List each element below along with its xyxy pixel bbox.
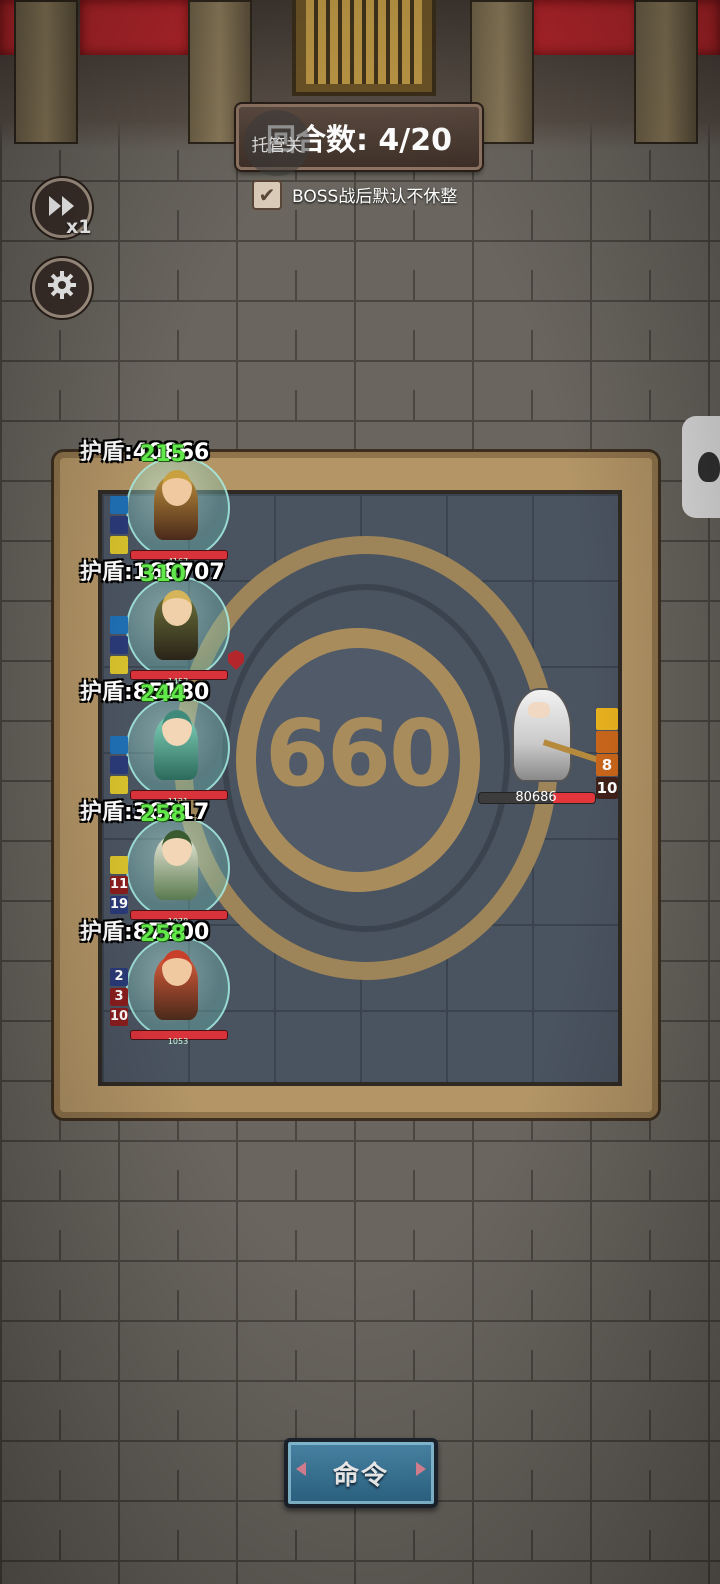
auto-battle-label: 托管关 — [251, 135, 303, 156]
buff-icon — [110, 636, 128, 654]
arena-center-number: 660 — [264, 700, 453, 807]
hero-head — [162, 710, 192, 746]
buff-column — [110, 616, 128, 676]
buff-icon — [596, 731, 618, 753]
buff-count: 2 — [110, 968, 128, 986]
buff-icon — [110, 536, 128, 554]
auto-battle-button[interactable]: 托管关 — [244, 110, 310, 176]
buff-icon — [110, 736, 128, 754]
buff-icon — [110, 616, 128, 634]
red-window — [530, 0, 640, 55]
hero-slot-5[interactable]: 护盾:87200 258 2 3 10 1053 — [80, 920, 240, 1054]
enemy-buff-column: 8 10 — [596, 708, 618, 800]
buff-icon — [110, 496, 128, 514]
gear-icon — [46, 269, 78, 308]
hero-head — [162, 470, 192, 506]
hero-head — [162, 830, 192, 866]
buff-icon — [110, 856, 128, 874]
buff-column — [110, 736, 128, 796]
buff-icon — [110, 656, 128, 674]
heal-number: 310 — [140, 562, 186, 587]
buff-column — [110, 496, 128, 556]
heal-number: 258 — [140, 922, 186, 947]
settings-button[interactable] — [32, 258, 92, 318]
buff-count: 3 — [110, 988, 128, 1006]
red-window — [80, 0, 190, 55]
castle-gate — [292, 0, 436, 96]
buff-count: 10 — [596, 777, 618, 799]
buff-count: 11 — [110, 876, 129, 894]
command-label: 命令 — [332, 1460, 389, 1491]
command-button[interactable]: 命令 — [284, 1438, 438, 1508]
buff-count: 19 — [110, 896, 129, 914]
heal-number: 258 — [140, 802, 186, 827]
checkmark-icon: ✔ — [258, 183, 276, 207]
buff-column: 2 3 10 — [110, 968, 128, 1028]
buff-column: 11 19 — [110, 856, 128, 916]
heal-number: 215 — [140, 442, 186, 467]
boss-rest-checkbox[interactable]: ✔ — [252, 180, 282, 210]
pillar — [14, 0, 78, 144]
buff-icon — [110, 776, 128, 794]
hero-head — [162, 590, 192, 626]
hp-value: 1053 — [167, 1037, 189, 1046]
boss-rest-label: BOSS战后默认不休整 — [292, 187, 458, 207]
enemy-boss[interactable]: 80686 8 10 — [478, 680, 628, 810]
side-menu-tab[interactable] — [682, 416, 720, 518]
enemy-hp-value: 80686 — [515, 790, 557, 805]
buff-icon — [596, 708, 618, 730]
penguin-icon — [698, 452, 720, 482]
buff-count: 10 — [110, 1008, 129, 1026]
speed-label: x1 — [66, 216, 92, 238]
hero-head — [162, 950, 192, 986]
pillar — [634, 0, 698, 144]
heal-number: 244 — [140, 682, 186, 707]
buff-icon — [110, 756, 128, 774]
buff-count: 8 — [596, 754, 618, 776]
buff-icon — [110, 516, 128, 534]
enemy-face — [528, 702, 550, 718]
